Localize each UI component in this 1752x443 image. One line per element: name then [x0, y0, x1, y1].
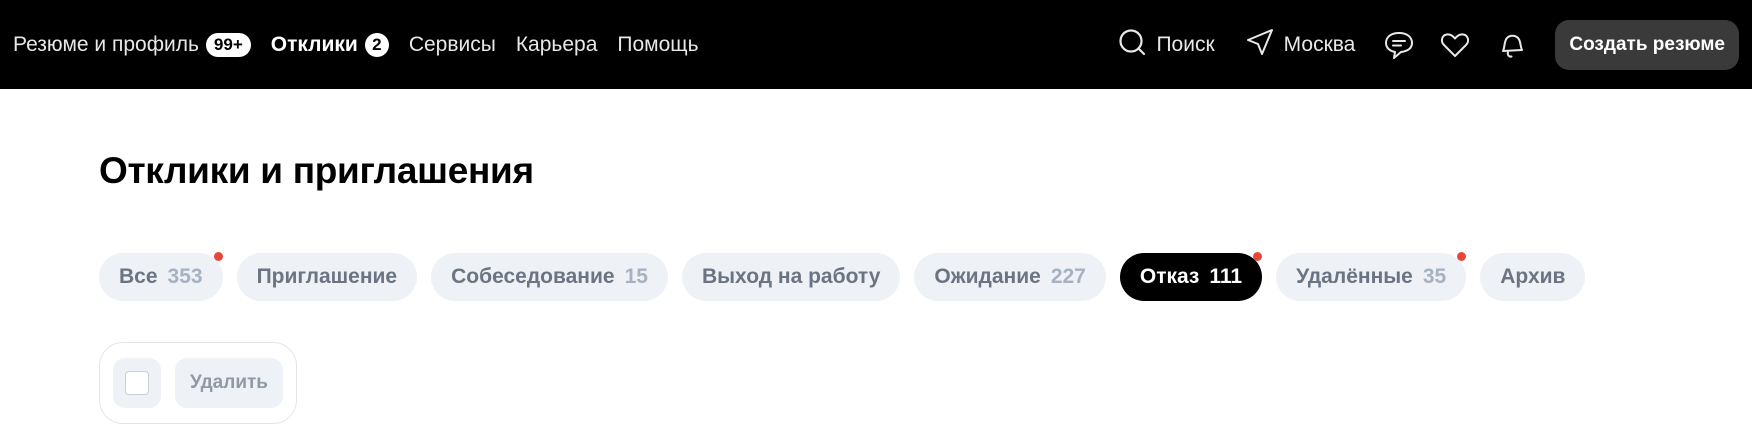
tab-invitation[interactable]: Приглашение: [236, 253, 418, 301]
tab-rejection-label: Отказ: [1139, 265, 1200, 288]
tab-all-count: 353: [167, 265, 203, 288]
nav-help[interactable]: Помощь: [617, 33, 698, 57]
notification-dot: [213, 252, 223, 261]
nav-services-label: Сервисы: [408, 32, 496, 56]
nav-resume-profile[interactable]: Резюме и профиль 99+: [13, 32, 251, 57]
delete-button[interactable]: Удалить: [175, 358, 283, 408]
nav-help-label: Помощь: [617, 32, 699, 56]
nav-career-label: Карьера: [515, 32, 598, 56]
search-button[interactable]: Поиск: [1117, 27, 1215, 63]
nav-services[interactable]: Сервисы: [409, 33, 496, 57]
tab-waiting[interactable]: Ожидание 227: [914, 253, 1106, 301]
tab-interview-label: Собеседование: [451, 265, 615, 288]
nav-resume-profile-label: Резюме и профиль: [13, 32, 199, 56]
top-navigation-bar: Резюме и профиль 99+ Отклики 2 Сервисы К…: [0, 0, 1752, 89]
tab-deleted[interactable]: Удалённые 35: [1276, 252, 1467, 301]
bell-icon[interactable]: [1495, 29, 1527, 61]
tab-interview-count: 15: [624, 265, 648, 288]
heart-icon[interactable]: [1439, 29, 1471, 61]
create-resume-button[interactable]: Создать резюме: [1555, 19, 1739, 70]
page-title: Отклики и приглашения: [99, 150, 534, 191]
search-label: Поиск: [1156, 32, 1215, 56]
tab-invitation-label: Приглашение: [256, 265, 398, 288]
tab-waiting-label: Ожидание: [934, 265, 1041, 288]
tab-all-label: Все: [119, 265, 158, 288]
tab-rejection-count: 111: [1209, 265, 1243, 288]
tab-job-start[interactable]: Выход на работу: [681, 253, 901, 301]
resume-count-badge: 99+: [205, 32, 251, 57]
tab-deleted-count: 35: [1422, 265, 1447, 288]
responses-count-badge: 2: [364, 32, 389, 57]
nav-responses[interactable]: Отклики 2: [270, 32, 389, 57]
status-tabs: Все 353 Приглашение Собеседование 15 Вых…: [99, 252, 1586, 301]
main-nav: Резюме и профиль 99+ Отклики 2 Сервисы К…: [13, 32, 699, 57]
select-all-checkbox[interactable]: [113, 358, 161, 408]
bulk-actions-panel: Удалить: [99, 342, 297, 424]
location-arrow-icon: [1245, 27, 1275, 63]
tab-all[interactable]: Все 353: [99, 252, 223, 301]
checkbox-square[interactable]: [125, 371, 149, 395]
header-actions: Поиск Москва Создать резюме: [1117, 19, 1739, 70]
search-icon: [1117, 27, 1147, 63]
nav-career[interactable]: Карьера: [516, 33, 598, 57]
chat-icon[interactable]: [1383, 29, 1415, 61]
tab-interview[interactable]: Собеседование 15: [431, 253, 668, 301]
tab-archive[interactable]: Архив: [1480, 253, 1586, 301]
nav-responses-label: Отклики: [270, 32, 358, 56]
tab-job-start-label: Выход на работу: [701, 265, 881, 288]
tab-waiting-count: 227: [1050, 265, 1086, 288]
tab-rejection[interactable]: Отказ 111: [1119, 252, 1263, 301]
tab-archive-label: Архив: [1500, 265, 1566, 288]
tab-deleted-label: Удалённые: [1296, 265, 1413, 288]
city-selector[interactable]: Москва: [1245, 27, 1356, 63]
notification-dot: [1457, 252, 1467, 261]
notification-dot: [1253, 252, 1263, 261]
city-label: Москва: [1283, 32, 1356, 56]
